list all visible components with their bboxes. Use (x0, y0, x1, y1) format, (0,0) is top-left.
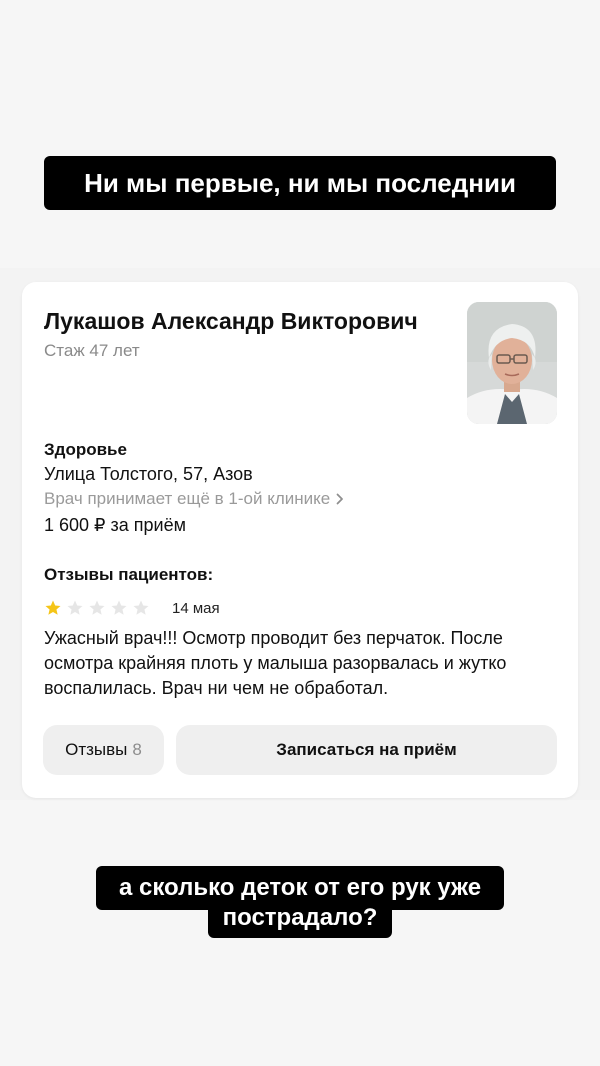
appointment-price: 1 600 ₽ за приём (44, 515, 186, 535)
reviews-count: 8 (132, 740, 142, 759)
review-rating-row: 14 мая (44, 598, 220, 618)
star-rating (44, 599, 150, 617)
chevron-right-icon (336, 493, 344, 505)
story-caption-top: Ни мы первые, ни мы последнии (44, 156, 556, 210)
star-empty-icon (133, 600, 149, 615)
story-caption-bottom-line2: пострадало? (208, 904, 392, 938)
star-empty-icon (67, 600, 83, 615)
book-appointment-button[interactable]: Записаться на приём (176, 725, 557, 775)
doctor-experience: Стаж 47 лет (44, 341, 140, 360)
reviews-button-label: Отзывы (65, 740, 128, 759)
clinic-address: Улица Толстого, 57, Азов (44, 464, 253, 484)
doctor-photo[interactable] (467, 302, 557, 424)
doctor-name[interactable]: Лукашов Александр Викторович (44, 308, 454, 335)
review-date: 14 мая (172, 599, 220, 617)
clinic-name[interactable]: Здоровье (44, 440, 127, 460)
star-filled-icon (45, 600, 61, 615)
reviews-button[interactable]: Отзывы 8 (43, 725, 164, 775)
review-text: Ужасный врач!!! Осмотр проводит без перч… (44, 628, 507, 698)
star-empty-icon (111, 600, 127, 615)
other-clinics-link[interactable]: Врач принимает ещё в 1-ой клинике (44, 489, 344, 509)
star-empty-icon (89, 600, 105, 615)
doctor-card: Лукашов Александр Викторович Стаж 47 лет… (22, 282, 578, 798)
reviews-title: Отзывы пациентов: (44, 565, 214, 584)
doctor-portrait-icon (467, 302, 557, 424)
other-clinics-label: Врач принимает ещё в 1-ой клинике (44, 489, 331, 508)
